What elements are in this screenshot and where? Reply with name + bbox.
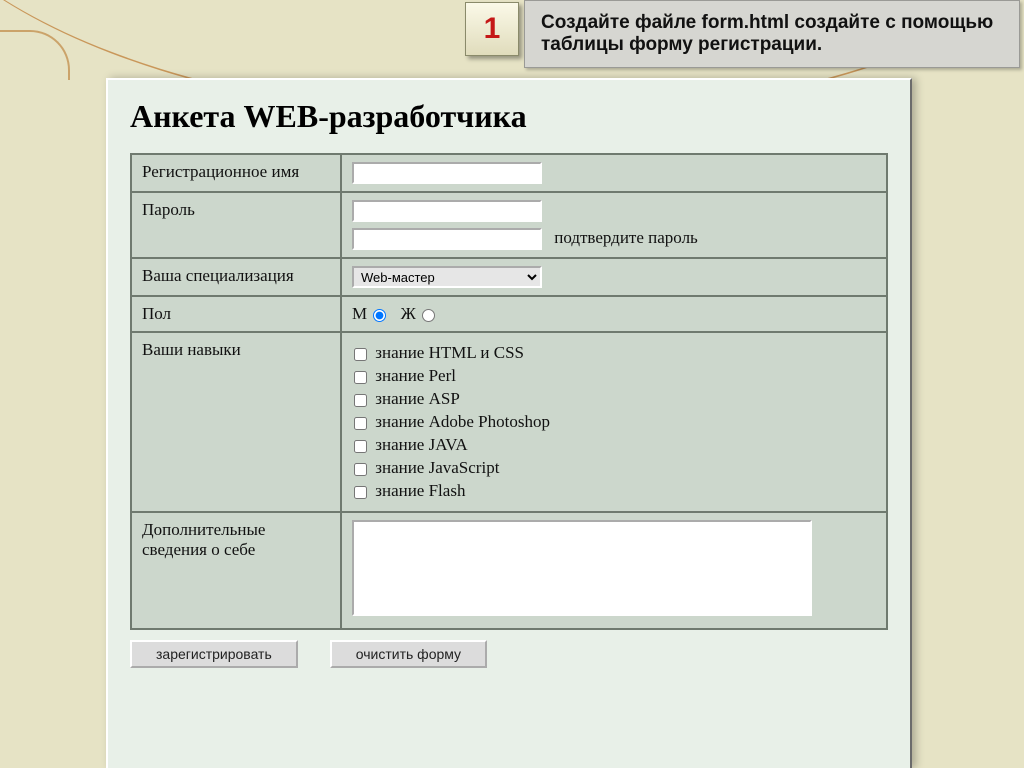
skill-label: знание HTML и CSS — [375, 343, 524, 362]
gender-male-label: М — [352, 304, 367, 323]
step-number: 1 — [484, 12, 501, 46]
label-reg-name: Регистрационное имя — [131, 154, 341, 192]
button-row: зарегистрировать очистить форму — [130, 640, 888, 668]
skill-label: знание Perl — [375, 366, 456, 385]
skill-checkbox[interactable] — [354, 394, 367, 407]
instruction-box: Создайте файле form.html создайте с помо… — [524, 0, 1020, 68]
skill-checkbox[interactable] — [354, 348, 367, 361]
skills-list: знание HTML и CSS знание Perl знание ASP… — [352, 343, 876, 501]
skill-label: знание JavaScript — [375, 458, 499, 477]
reg-name-input[interactable] — [352, 162, 542, 184]
submit-button[interactable]: зарегистрировать — [130, 640, 298, 668]
skill-label: знание ASP — [375, 389, 460, 408]
reset-button[interactable]: очистить форму — [330, 640, 487, 668]
form-panel: Анкета WEB-разработчика Регистрационное … — [106, 78, 912, 768]
password-confirm-input[interactable] — [352, 228, 542, 250]
label-skills: Ваши навыки — [131, 332, 341, 512]
password-input[interactable] — [352, 200, 542, 222]
gender-female-label: Ж — [401, 304, 416, 323]
step-badge: 1 — [465, 2, 519, 56]
specialization-select[interactable]: Web-мастер — [352, 266, 542, 288]
row-specialization: Ваша специализация Web-мастер — [131, 258, 887, 296]
skill-checkbox[interactable] — [354, 486, 367, 499]
skill-label: знание Adobe Photoshop — [375, 412, 550, 431]
skill-checkbox[interactable] — [354, 371, 367, 384]
row-reg-name: Регистрационное имя — [131, 154, 887, 192]
label-gender: Пол — [131, 296, 341, 332]
skill-label: знание JAVA — [375, 435, 467, 454]
label-specialization: Ваша специализация — [131, 258, 341, 296]
notes-textarea[interactable] — [352, 520, 812, 616]
row-gender: Пол М Ж — [131, 296, 887, 332]
registration-table: Регистрационное имя Пароль подтвердите п… — [130, 153, 888, 630]
skill-label: знание Flash — [375, 481, 465, 500]
row-password: Пароль подтвердите пароль — [131, 192, 887, 258]
decorative-corner — [0, 30, 70, 80]
gender-female-radio[interactable] — [422, 309, 435, 322]
row-skills: Ваши навыки знание HTML и CSS знание Per… — [131, 332, 887, 512]
instruction-text: Создайте файле form.html создайте с помо… — [541, 12, 1009, 56]
label-password: Пароль — [131, 192, 341, 258]
confirm-password-hint: подтвердите пароль — [554, 228, 698, 247]
skill-checkbox[interactable] — [354, 440, 367, 453]
skill-checkbox[interactable] — [354, 417, 367, 430]
label-notes: Дополнительные сведения о себе — [131, 512, 341, 629]
gender-male-radio[interactable] — [373, 309, 386, 322]
skill-checkbox[interactable] — [354, 463, 367, 476]
row-notes: Дополнительные сведения о себе — [131, 512, 887, 629]
page-title: Анкета WEB-разработчика — [130, 98, 888, 135]
